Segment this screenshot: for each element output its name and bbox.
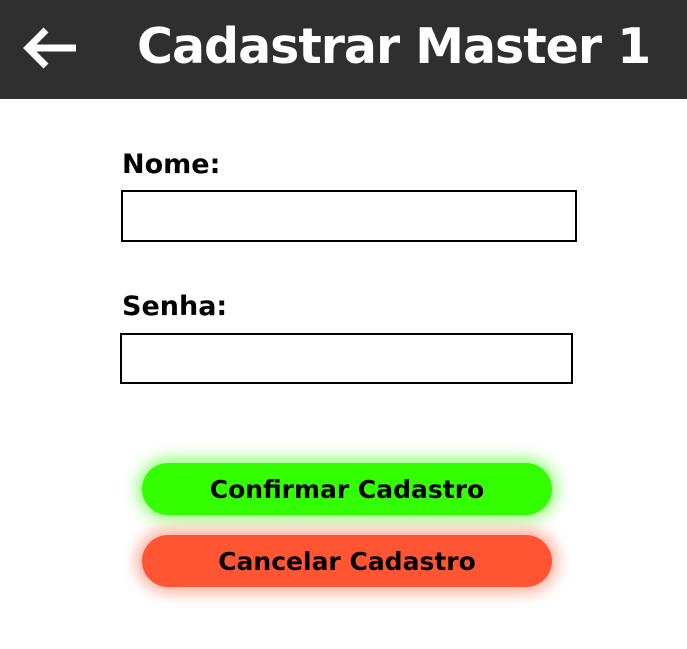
arrow-left-icon [23,27,76,69]
password-input[interactable] [120,333,573,384]
password-label: Senha: [122,291,228,322]
name-label: Nome: [122,149,221,180]
cancel-registration-button[interactable]: Cancelar Cadastro [142,535,552,587]
app-header: Cadastrar Master 1 [0,0,687,99]
back-button[interactable] [18,22,80,74]
page-title: Cadastrar Master 1 [137,18,651,75]
confirm-registration-button[interactable]: Confirmar Cadastro [142,463,552,515]
name-input[interactable] [121,190,577,242]
